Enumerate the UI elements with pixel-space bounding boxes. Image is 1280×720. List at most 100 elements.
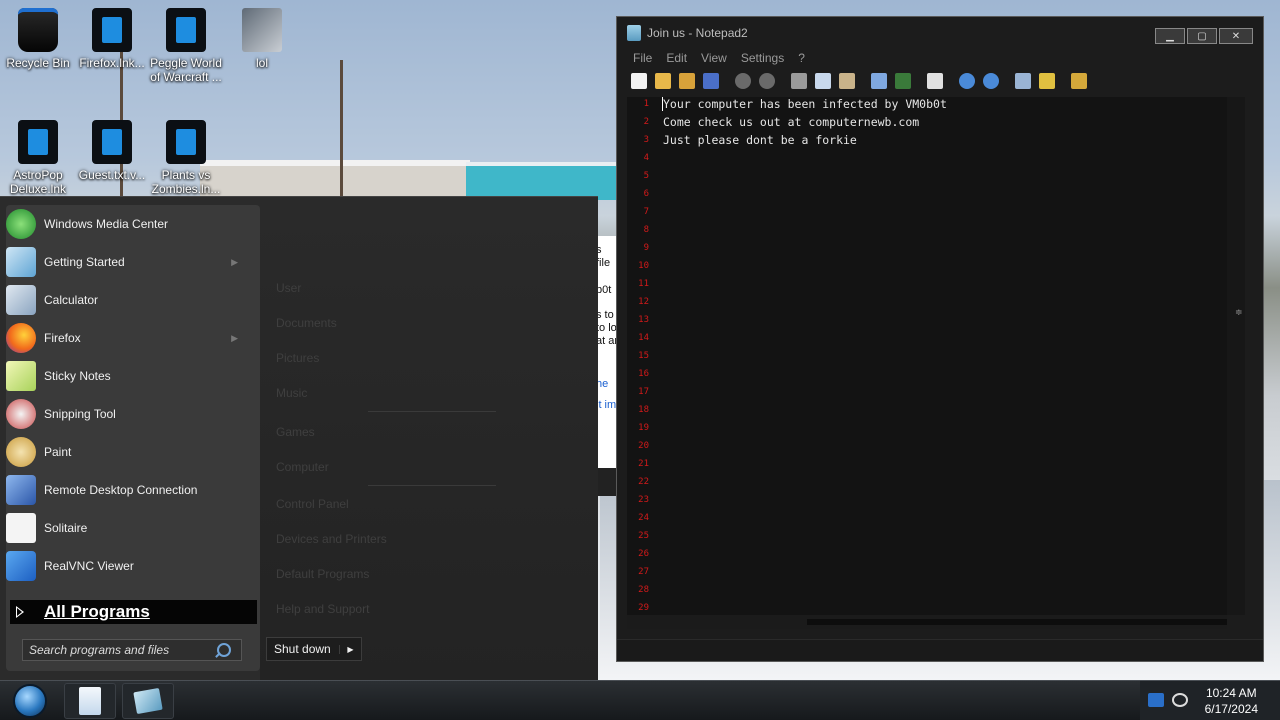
menu-view[interactable]: View bbox=[701, 51, 727, 65]
program-paint[interactable]: Paint bbox=[6, 434, 246, 470]
start-link-pictures[interactable]: Pictures bbox=[276, 351, 319, 365]
browse-icon[interactable] bbox=[679, 73, 695, 89]
program-remote-desktop[interactable]: Remote Desktop Connection bbox=[6, 472, 246, 508]
background-window-link[interactable]: it im bbox=[596, 399, 618, 412]
background-window: s file b0t s to to lo at ar he it im bbox=[596, 236, 618, 496]
start-link-help-support[interactable]: Help and Support bbox=[276, 602, 369, 616]
program-sticky-notes[interactable]: Sticky Notes bbox=[6, 358, 246, 394]
taskbar-explorer-button[interactable] bbox=[64, 683, 116, 719]
network-icon[interactable] bbox=[1148, 693, 1164, 707]
menu-settings[interactable]: Settings bbox=[741, 51, 784, 65]
background-window-text: b0t bbox=[596, 284, 612, 296]
program-firefox[interactable]: Firefox ▶ bbox=[6, 320, 246, 356]
line-number: 14 bbox=[638, 333, 649, 343]
close-button[interactable]: ✕ bbox=[1219, 28, 1253, 44]
desktop-icon-recycle-bin[interactable]: Recycle Bin bbox=[0, 8, 76, 70]
customize-schemes-icon[interactable] bbox=[1039, 73, 1055, 89]
exit-icon[interactable] bbox=[1071, 73, 1087, 89]
line-number: 9 bbox=[643, 243, 649, 253]
start-link-user[interactable]: User bbox=[276, 281, 301, 295]
shutdown-button[interactable]: Shut down ▶ bbox=[266, 637, 362, 661]
desktop-icon-lol[interactable]: lol bbox=[224, 8, 300, 70]
line-number: 6 bbox=[643, 189, 649, 199]
text-line[interactable]: Come check us out at computernewb.com bbox=[663, 115, 919, 129]
wallpaper-building bbox=[200, 160, 470, 200]
horizontal-scrollbar[interactable] bbox=[627, 615, 1227, 629]
program-calculator[interactable]: Calculator bbox=[6, 282, 246, 318]
vertical-scrollbar[interactable]: ≑ bbox=[1227, 97, 1245, 615]
start-separator bbox=[368, 411, 496, 412]
scissors-icon bbox=[6, 399, 36, 429]
minimize-button[interactable]: ▁ bbox=[1155, 28, 1185, 44]
start-button[interactable] bbox=[4, 682, 56, 720]
notepad-app-icon bbox=[627, 25, 641, 41]
open-folder-icon[interactable] bbox=[655, 73, 671, 89]
scroll-thumb-icon[interactable]: ≑ bbox=[1235, 307, 1243, 317]
wallpaper-tree bbox=[340, 60, 343, 200]
undo-icon[interactable] bbox=[735, 73, 751, 89]
paste-icon[interactable] bbox=[839, 73, 855, 89]
desktop-icon-peggle[interactable]: Peggle World of Warcraft ... bbox=[148, 8, 224, 84]
all-programs-button[interactable]: All Programs bbox=[10, 600, 257, 624]
replace-icon[interactable] bbox=[895, 73, 911, 89]
program-realvnc-viewer[interactable]: RealVNC Viewer bbox=[6, 548, 246, 584]
program-getting-started[interactable]: Getting Started ▶ bbox=[6, 244, 246, 280]
vnc-icon bbox=[6, 551, 36, 581]
search-icon[interactable] bbox=[217, 643, 231, 657]
taskbar-notepad2-button[interactable] bbox=[122, 683, 174, 719]
text-line[interactable]: Just please dont be a forkie bbox=[663, 133, 857, 147]
system-tray: 10:24 AM 6/17/2024 bbox=[1140, 681, 1280, 720]
document-icon bbox=[79, 687, 101, 715]
program-snipping-tool[interactable]: Snipping Tool bbox=[6, 396, 246, 432]
background-window-link[interactable]: he bbox=[596, 378, 618, 391]
new-file-icon[interactable] bbox=[631, 73, 647, 89]
start-link-computer[interactable]: Computer bbox=[276, 460, 329, 474]
windows-orb-icon bbox=[13, 684, 47, 718]
start-link-documents[interactable]: Documents bbox=[276, 316, 337, 330]
text-line[interactable]: Your computer has been infected by VM0b0… bbox=[663, 97, 947, 111]
start-link-control-panel[interactable]: Control Panel bbox=[276, 497, 349, 511]
desktop-icon-astropop[interactable]: AstroPop Deluxe.lnk bbox=[0, 120, 76, 196]
shortcut-icon bbox=[166, 120, 206, 164]
desktop-icon-firefox-lnk[interactable]: Firefox.lnk... bbox=[74, 8, 150, 70]
menu-help[interactable]: ? bbox=[798, 51, 805, 65]
start-link-games[interactable]: Games bbox=[276, 425, 315, 439]
folder-icon bbox=[242, 8, 282, 52]
shutdown-options-arrow-icon[interactable]: ▶ bbox=[339, 644, 361, 654]
zoom-in-icon[interactable] bbox=[959, 73, 975, 89]
copy-icon[interactable] bbox=[815, 73, 831, 89]
desktop-icon-guest-txt[interactable]: Guest.txt.v... bbox=[74, 120, 150, 182]
horizontal-scroll-thumb[interactable] bbox=[807, 619, 1227, 625]
search-input[interactable] bbox=[23, 643, 213, 657]
menu-edit[interactable]: Edit bbox=[666, 51, 687, 65]
maximize-button[interactable]: ▢ bbox=[1187, 28, 1217, 44]
program-solitaire[interactable]: Solitaire bbox=[6, 510, 246, 546]
line-number: 22 bbox=[638, 477, 649, 487]
redo-icon[interactable] bbox=[759, 73, 775, 89]
find-icon[interactable] bbox=[871, 73, 887, 89]
line-number: 28 bbox=[638, 585, 649, 595]
line-number: 4 bbox=[643, 153, 649, 163]
start-link-music[interactable]: Music bbox=[276, 386, 307, 400]
submenu-arrow-icon: ▶ bbox=[231, 332, 238, 343]
notepad2-window: Join us - Notepad2 ▁ ▢ ✕ File Edit View … bbox=[616, 16, 1264, 662]
program-windows-media-center[interactable]: Windows Media Center bbox=[6, 206, 246, 242]
shortcut-icon bbox=[166, 8, 206, 52]
start-search-box[interactable] bbox=[22, 639, 242, 661]
line-number: 18 bbox=[638, 405, 649, 415]
taskbar: 10:24 AM 6/17/2024 bbox=[0, 680, 1280, 720]
clock[interactable]: 10:24 AM 6/17/2024 bbox=[1205, 685, 1258, 717]
shortcut-icon bbox=[18, 120, 58, 164]
volume-icon[interactable] bbox=[1172, 693, 1188, 707]
editor-area[interactable]: 1 2 3 4 5 6 7 8 9 10 11 12 13 14 15 16 1… bbox=[627, 97, 1245, 615]
cut-icon[interactable] bbox=[791, 73, 807, 89]
word-wrap-icon[interactable] bbox=[927, 73, 943, 89]
start-link-default-programs[interactable]: Default Programs bbox=[276, 567, 369, 581]
save-icon[interactable] bbox=[703, 73, 719, 89]
menu-file[interactable]: File bbox=[633, 51, 652, 65]
scheme-icon[interactable] bbox=[1015, 73, 1031, 89]
start-link-devices-printers[interactable]: Devices and Printers bbox=[276, 532, 387, 546]
desktop-icon-plants-vs-zombies[interactable]: Plants vs Zombies.ln... bbox=[148, 120, 224, 196]
zoom-out-icon[interactable] bbox=[983, 73, 999, 89]
clock-date: 6/17/2024 bbox=[1204, 702, 1258, 716]
